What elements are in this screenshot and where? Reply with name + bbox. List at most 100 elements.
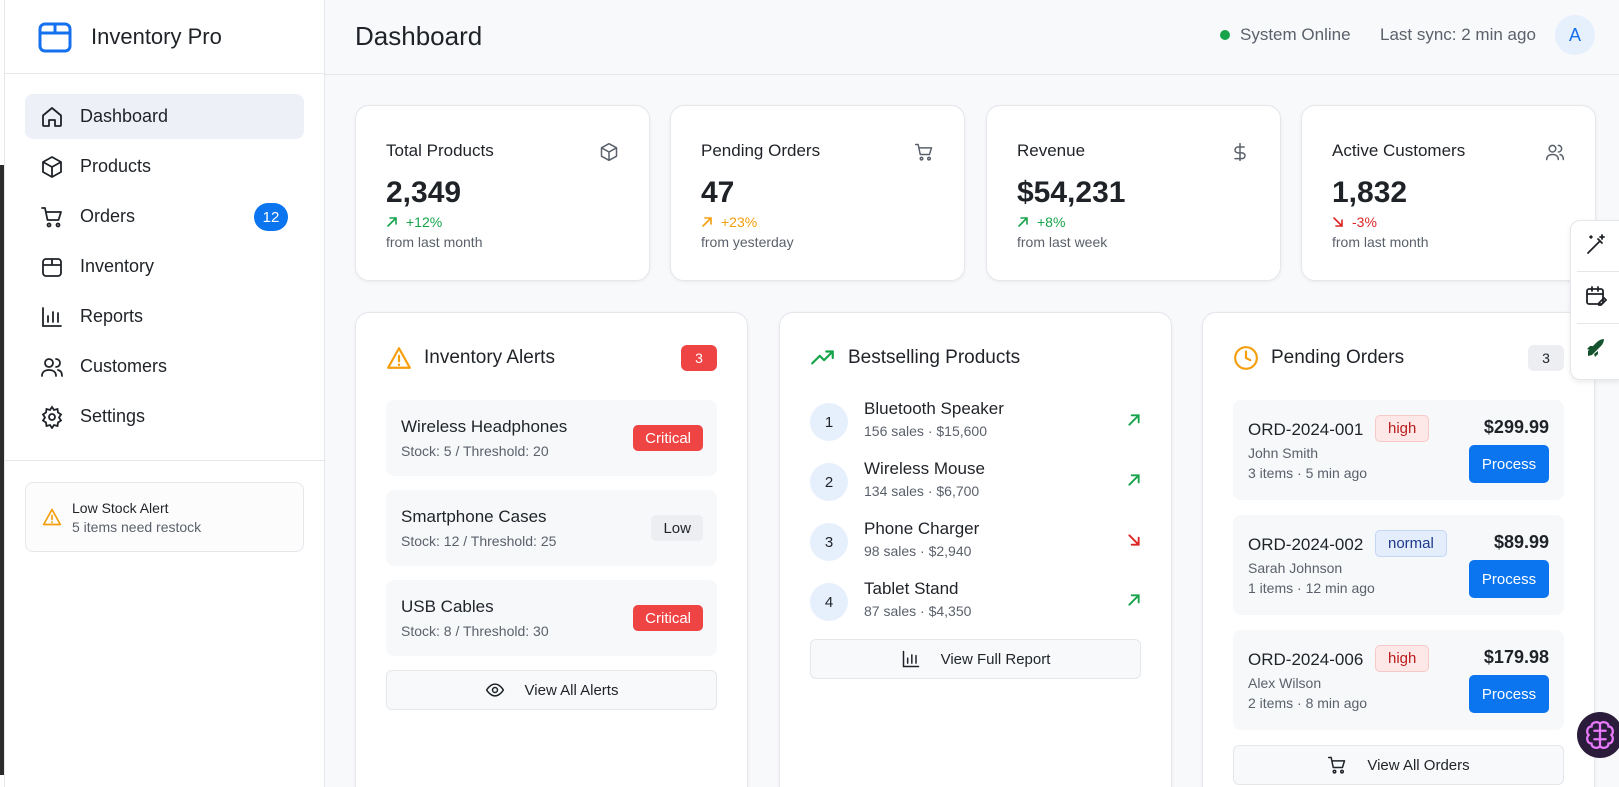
magic-pen-icon[interactable] [1584,233,1608,257]
order-card[interactable]: ORD-2024-002 normal Sarah Johnson 1 item… [1233,515,1564,615]
bestselling-products-panel: Bestselling Products 1 Bluetooth Speaker… [779,312,1172,787]
stat-change: +12% [386,214,442,230]
order-info: 1 items · 12 min ago [1248,580,1375,596]
stat-label: Revenue [1017,141,1086,160]
product-sales: 134 sales · $6,700 [864,483,980,499]
alert-item[interactable]: Wireless Headphones Stock: 5 / Threshold… [386,400,717,476]
product-name: Phone Charger [864,519,980,538]
rocket-icon[interactable] [1584,336,1608,360]
product-sales: 98 sales · $2,940 [864,543,972,559]
cart-icon [41,206,62,227]
order-customer: John Smith [1248,445,1319,461]
inventory-alerts-panel: Inventory Alerts 3 Wireless Headphones S… [355,312,748,787]
bestseller-item[interactable]: 4 Tablet Stand 87 sales · $4,350 [810,579,1141,625]
stat-period: from yesterday [701,234,794,250]
stat-change-value: -3% [1352,214,1377,230]
cart-icon [1328,756,1346,774]
rank-badge: 4 [810,583,848,621]
toolbar-separator [1577,271,1619,272]
alerts-count-badge: 3 [681,345,717,371]
alert-item[interactable]: Smartphone Cases Stock: 12 / Threshold: … [386,490,717,566]
panel-title: Inventory Alerts [424,347,555,368]
product-name: Wireless Mouse [864,459,985,478]
bestseller-item[interactable]: 3 Phone Charger 98 sales · $2,940 [810,519,1141,565]
trend-up-icon [1018,217,1028,227]
trend-up-icon [1128,594,1140,606]
eye-icon [485,683,504,697]
low-stock-text: Low Stock Alert 5 items need restock [72,500,201,535]
severity-badge: Low [651,515,703,541]
alert-item-name: Wireless Headphones [401,417,568,436]
assistant-brain-icon[interactable] [1577,712,1619,758]
avatar[interactable]: A [1555,15,1595,55]
calendar-edit-icon[interactable] [1584,284,1608,308]
bestseller-item[interactable]: 2 Wireless Mouse 134 sales · $6,700 [810,459,1141,505]
severity-badge: Critical [633,425,703,451]
orders-count-badge: 12 [254,203,288,231]
alert-item-name: USB Cables [401,597,494,616]
brand: Inventory Pro [5,0,324,74]
background-strip [0,165,4,775]
sidebar-item-inventory[interactable]: Inventory [25,244,304,289]
order-id: ORD-2024-006 [1248,650,1364,669]
view-all-orders-button[interactable]: View All Orders [1233,745,1564,785]
order-card[interactable]: ORD-2024-006 high Alex Wilson 2 items · … [1233,630,1564,730]
rank-badge: 2 [810,463,848,501]
priority-badge: normal [1375,530,1447,557]
sidebar-item-settings[interactable]: Settings [25,394,304,439]
process-order-button[interactable]: Process [1469,445,1549,483]
app-title: Inventory Pro [91,23,222,49]
alert-item-name: Smartphone Cases [401,507,547,526]
stat-value: 2,349 [386,176,462,209]
stat-change: -3% [1332,214,1377,230]
trending-up-icon [811,350,834,365]
orders-count-badge: 3 [1528,345,1564,371]
trend-up-icon [702,217,712,227]
severity-badge: Critical [633,605,703,631]
stat-period: from last month [1332,234,1429,250]
low-stock-alert[interactable]: Low Stock Alert 5 items need restock [25,482,304,552]
floating-toolbar [1570,220,1619,380]
view-full-report-button[interactable]: View Full Report [810,639,1141,679]
trend-up-icon [387,217,397,227]
sidebar-item-reports[interactable]: Reports [25,294,304,339]
sidebar-item-label: Products [80,156,152,176]
sidebar-item-dashboard[interactable]: Dashboard [25,94,304,139]
button-label: View All Alerts [524,681,619,699]
button-label: View All Orders [1367,756,1470,774]
box-icon [600,142,618,162]
sidebar-divider [5,460,324,461]
alert-item-stock: Stock: 8 / Threshold: 30 [401,623,549,639]
status-text: System Online [1240,25,1351,44]
pending-orders-panel: Pending Orders 3 ORD-2024-001 high John … [1202,312,1595,787]
view-all-alerts-button[interactable]: View All Alerts [386,670,717,710]
dollar-icon [1234,142,1246,162]
box-icon [42,155,62,178]
sidebar-item-products[interactable]: Products [25,144,304,189]
status-dot-icon [1220,30,1230,40]
package-icon [42,257,62,277]
rank-badge: 3 [810,523,848,561]
stat-value: 1,832 [1332,176,1408,209]
sidebar-item-orders[interactable]: Orders 12 [25,194,304,239]
order-card[interactable]: ORD-2024-001 high John Smith 3 items · 5… [1233,400,1564,500]
toolbar-separator [1577,323,1619,324]
sidebar-item-customers[interactable]: Customers [25,344,304,389]
panel-header: Bestselling Products [810,343,1141,373]
stat-card-active-customers: Active Customers 1,832 -3% from last mon… [1301,105,1596,281]
stat-card-pending-orders: Pending Orders 47 +23% from yesterday [670,105,965,281]
stat-change: +8% [1017,214,1065,230]
cart-icon [914,143,933,161]
alert-item[interactable]: USB Cables Stock: 8 / Threshold: 30 Crit… [386,580,717,656]
bestseller-item[interactable]: 1 Bluetooth Speaker 156 sales · $15,600 [810,399,1141,445]
product-sales: 87 sales · $4,350 [864,603,972,619]
low-stock-message: 5 items need restock [72,518,202,535]
process-order-button[interactable]: Process [1469,560,1549,598]
order-amount: $179.98 [1483,647,1549,667]
sidebar: Inventory Pro Dashboard Products Orders … [5,0,325,787]
stat-change-value: +23% [721,214,758,230]
panel-title: Pending Orders [1271,347,1405,368]
sidebar-item-label: Dashboard [80,106,169,126]
process-order-button[interactable]: Process [1469,675,1549,713]
priority-badge: high [1375,645,1430,672]
